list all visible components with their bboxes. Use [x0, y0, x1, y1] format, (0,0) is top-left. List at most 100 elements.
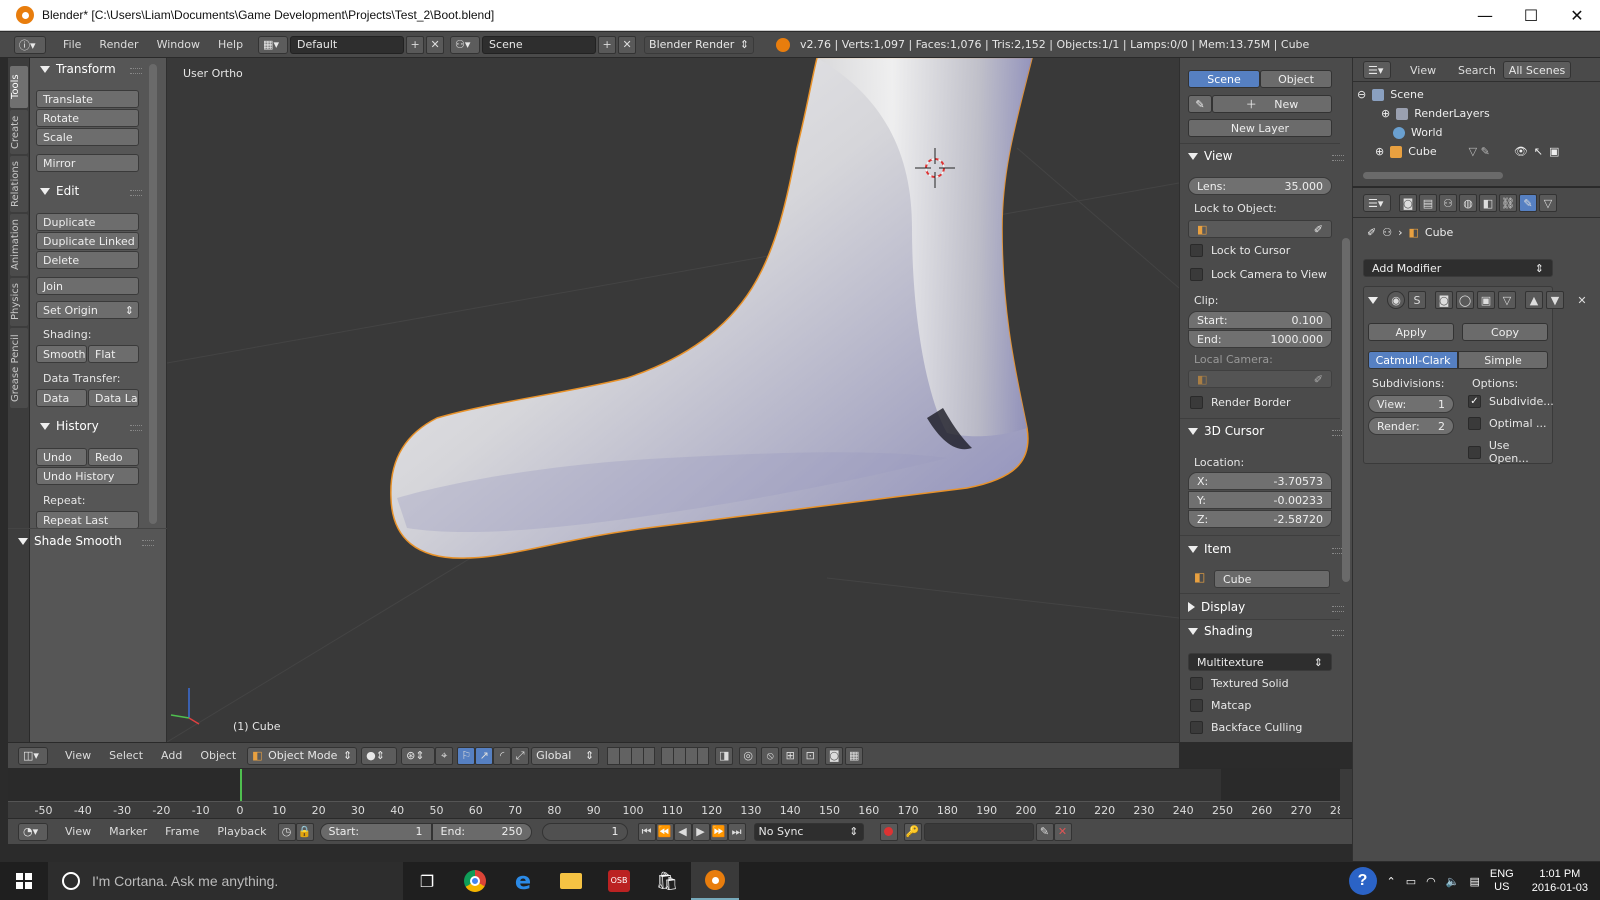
pin-icon[interactable]: ✐ [1367, 226, 1376, 239]
tab-physics[interactable]: Physics [10, 278, 28, 326]
item-name-field[interactable]: Cube [1214, 570, 1330, 588]
transform-orientation-dropdown[interactable]: Global ⇕ [531, 746, 600, 765]
timeline-playback-menu[interactable]: Playback [208, 825, 275, 838]
jump-next-keyframe-icon[interactable]: ⏩ [709, 822, 728, 841]
item-panel-header[interactable]: Item [1188, 542, 1231, 556]
battery-icon[interactable]: ▭ [1406, 875, 1416, 888]
viewport-shading-dropdown[interactable]: ●⇕ [361, 746, 398, 765]
editmode-toggle-icon[interactable]: ▣ [1477, 291, 1495, 309]
3d-view-editor-icon[interactable]: ◫▾ [18, 746, 48, 765]
grease-pencil-icon[interactable]: ✎ [1188, 95, 1212, 113]
jump-end-icon[interactable]: ⏭ [727, 822, 746, 841]
remove-screen-icon[interactable]: ✕ [426, 35, 445, 54]
lock-camera-to-view-checkbox[interactable]: Lock Camera to View [1190, 268, 1327, 281]
current-frame-field[interactable]: 1 [541, 822, 628, 841]
use-opensubdiv-checkbox[interactable]: Use Open... [1468, 439, 1552, 465]
constraints-tab-icon[interactable]: ⛓ [1499, 194, 1517, 212]
opengl-render-icon[interactable]: ◙ [825, 746, 844, 765]
outliner-editor-icon[interactable]: ☰▾ [1363, 61, 1391, 79]
record-keyframe-icon[interactable] [879, 822, 898, 841]
osb-app-icon[interactable]: OSB [595, 862, 643, 900]
lock-to-cursor-checkbox[interactable]: Lock to Cursor [1190, 244, 1290, 257]
cage-toggle-icon[interactable]: ▽ [1498, 291, 1516, 309]
menu-file[interactable]: File [54, 38, 90, 51]
menu-select[interactable]: Select [100, 749, 152, 762]
3d-viewport[interactable]: User Ortho (1) Cube [167, 58, 1179, 742]
redo-button[interactable]: Redo [88, 448, 139, 466]
insert-keyframe-icon[interactable]: ✎ [1035, 822, 1054, 841]
current-frame-line[interactable] [240, 769, 242, 801]
cortana-search-box[interactable]: I'm Cortana. Ask me anything. [48, 862, 403, 900]
shade-smooth-panel-header[interactable]: Shade Smooth [18, 534, 122, 548]
outliner-hscrollbar[interactable] [1363, 172, 1503, 179]
edit-panel-header[interactable]: Edit [40, 184, 79, 198]
outliner-renderlayers-row[interactable]: ⊕ RenderLayers [1381, 107, 1490, 120]
jump-prev-keyframe-icon[interactable]: ⏪ [655, 822, 674, 841]
3d-cursor-panel-header[interactable]: 3D Cursor [1188, 424, 1264, 438]
object-tab-icon[interactable]: ◧ [1479, 194, 1497, 212]
outliner-search-menu[interactable]: Search [1449, 64, 1505, 77]
snap-element-icon[interactable]: ⊞ [781, 746, 800, 765]
render-engine-dropdown[interactable]: Blender Render ⇕ [644, 35, 755, 54]
data-button[interactable]: Data [36, 389, 87, 407]
chrome-icon[interactable] [451, 862, 499, 900]
join-button[interactable]: Join [36, 277, 139, 295]
panel-grip-icon[interactable] [1332, 155, 1344, 161]
timeline-view-menu[interactable]: View [56, 825, 100, 838]
timeline-editor-icon[interactable]: ◔▾ [18, 822, 48, 841]
timeline[interactable]: -50 -40 -30 -20 -10 0 10 20 30 40 50 60 70 80 90 100 110… [8, 768, 1352, 819]
help-icon[interactable]: ? [1348, 867, 1377, 895]
maximize-button[interactable]: ☐ [1508, 0, 1554, 31]
panel-grip-icon[interactable] [142, 540, 154, 546]
modifiers-tab-icon[interactable]: ✎ [1519, 194, 1537, 212]
menu-window[interactable]: Window [148, 38, 209, 51]
end-frame-field[interactable]: End: 250 [431, 822, 532, 841]
proportional-editing-icon[interactable]: ◎ [739, 746, 758, 765]
translate-button[interactable]: Translate [36, 90, 139, 108]
clip-start-field[interactable]: Start: 0.100 [1188, 311, 1332, 329]
display-mode-dropdown[interactable]: All Scenes [1503, 61, 1571, 79]
clip-end-field[interactable]: End: 1000.000 [1188, 330, 1332, 348]
collapse-triangle-icon[interactable] [1368, 296, 1378, 304]
add-scene-icon[interactable]: + [598, 35, 617, 54]
delete-keyframe-icon[interactable]: ✕ [1053, 822, 1072, 841]
new-layer-button[interactable]: New Layer [1188, 119, 1332, 137]
close-button[interactable]: ✕ [1554, 0, 1600, 31]
realtime-toggle-icon[interactable]: ◯ [1456, 291, 1474, 309]
new-gpencil-button[interactable]: ＋ New [1212, 95, 1332, 113]
mirror-button[interactable]: Mirror [36, 154, 139, 172]
menu-help[interactable]: Help [209, 38, 252, 51]
properties-editor-icon[interactable]: ☰▾ [1363, 194, 1391, 212]
blender-taskbar-icon[interactable] [691, 862, 739, 900]
tab-relations[interactable]: Relations [10, 156, 28, 212]
render-tab-icon[interactable]: ◙ [1399, 194, 1417, 212]
delete-button[interactable]: Delete [36, 251, 139, 269]
snap-toggle-icon[interactable]: ⦸ [761, 746, 780, 765]
cursor-y-field[interactable]: Y: -0.00233 [1188, 491, 1332, 509]
cursor-x-field[interactable]: X: -3.70573 [1188, 472, 1332, 490]
modifier-name-s[interactable]: S [1408, 291, 1426, 309]
rotate-button[interactable]: Rotate [36, 109, 139, 127]
visibility-eye-icon[interactable]: 👁 [1514, 145, 1528, 158]
play-reverse-icon[interactable]: ◀ [673, 822, 692, 841]
layers-group-1[interactable] [607, 746, 656, 765]
eyedropper-icon[interactable]: ✐ [1314, 223, 1323, 236]
backface-culling-checkbox[interactable]: Backface Culling [1190, 721, 1302, 734]
data-layout-button[interactable]: Data La [88, 389, 139, 407]
eyedropper-icon[interactable]: ✐ [1314, 373, 1323, 386]
select-arrow-icon[interactable]: ↖ [1534, 145, 1543, 158]
flat-button[interactable]: Flat [88, 345, 139, 363]
world-tab-icon[interactable]: ◍ [1459, 194, 1477, 212]
panel-grip-icon[interactable] [130, 68, 142, 74]
opengl-anim-icon[interactable]: ▦ [845, 746, 864, 765]
tab-grease-scene[interactable]: Scene [1188, 70, 1260, 88]
outliner-cube-row[interactable]: ⊕ Cube ▽ ✎ 👁 ↖ ▣ [1375, 145, 1559, 158]
undo-button[interactable]: Undo [36, 448, 87, 466]
panel-grip-icon[interactable] [130, 425, 142, 431]
cursor-z-field[interactable]: Z: -2.58720 [1188, 510, 1332, 528]
textured-solid-checkbox[interactable]: Textured Solid [1190, 677, 1289, 690]
move-down-icon[interactable]: ▼ [1546, 291, 1564, 309]
volume-icon[interactable]: 🔈 [1446, 875, 1460, 888]
timeline-marker-menu[interactable]: Marker [100, 825, 156, 838]
toolshelf-scrollbar[interactable] [149, 64, 157, 524]
